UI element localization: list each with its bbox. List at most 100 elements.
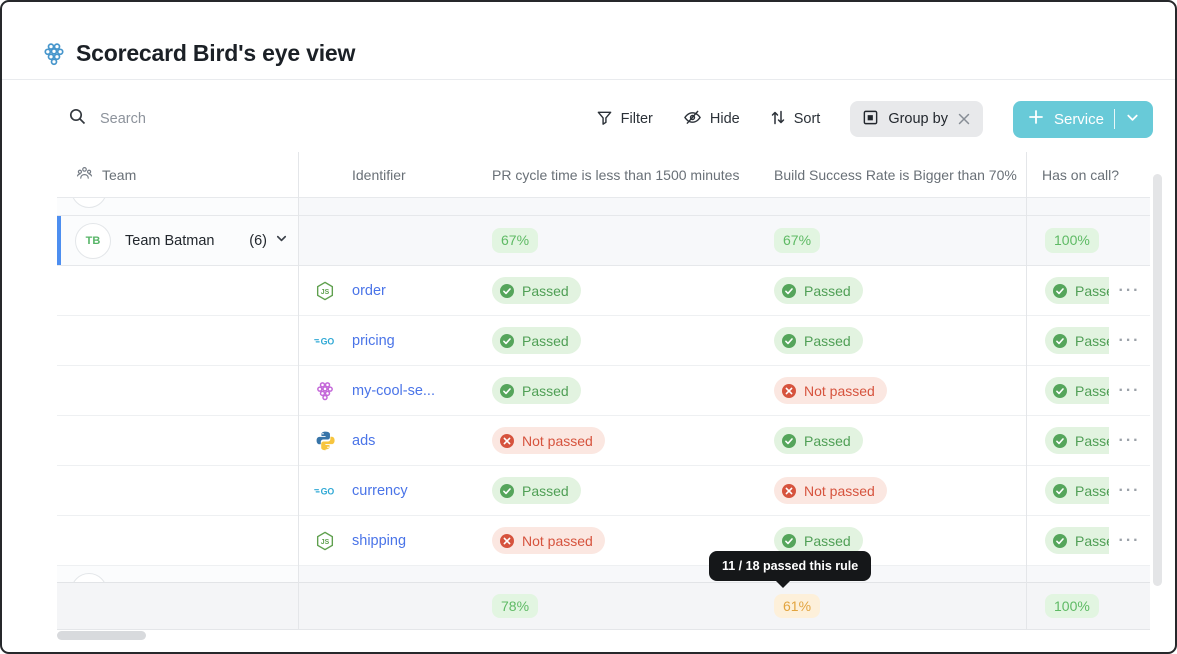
- check-circle-icon: [499, 283, 515, 299]
- row-menu-button[interactable]: ···: [1119, 432, 1141, 449]
- check-circle-icon: [781, 283, 797, 299]
- column-header-has-on-call[interactable]: Has on call?: [1026, 152, 1119, 197]
- table-header-row: Team Identifier PR cycle time is less th…: [57, 152, 1150, 198]
- entity-link[interactable]: ads: [352, 433, 375, 449]
- nodejs-icon: JS: [314, 530, 336, 552]
- group-rows: JS order Passed Passed Passed ··· GO pri…: [57, 266, 1150, 566]
- service-button[interactable]: Service: [1012, 100, 1153, 138]
- team-icon: [76, 165, 93, 185]
- status-badge: Passed: [1045, 427, 1109, 454]
- chevron-down-icon[interactable]: [1125, 110, 1140, 129]
- page-header: Scorecard Bird's eye view: [2, 2, 1175, 80]
- group-by-chip[interactable]: Group by: [850, 101, 983, 137]
- check-circle-icon: [1052, 283, 1068, 299]
- column-header-identifier[interactable]: Identifier: [298, 152, 484, 197]
- status-badge: Passed: [1045, 477, 1109, 504]
- collapse-chevron-icon[interactable]: [274, 231, 289, 250]
- table-row[interactable]: GO currency Passed Not passed Passed ···: [57, 466, 1150, 516]
- entity-link[interactable]: currency: [352, 483, 408, 499]
- check-circle-icon: [499, 383, 515, 399]
- entity-link[interactable]: order: [352, 283, 386, 299]
- sort-icon: [770, 109, 786, 130]
- status-badge: Passed: [774, 427, 863, 454]
- sort-button[interactable]: Sort: [770, 109, 820, 130]
- row-menu-button[interactable]: ···: [1119, 532, 1141, 549]
- search-icon: [68, 107, 87, 131]
- svg-text:JS: JS: [321, 538, 330, 545]
- table-row[interactable]: ads Not passed Passed Passed ···: [57, 416, 1150, 466]
- group-count: (6): [249, 232, 267, 249]
- status-badge: Passed: [1045, 277, 1109, 304]
- check-circle-icon: [781, 533, 797, 549]
- svg-text:GO: GO: [321, 336, 335, 346]
- avatar: [71, 198, 107, 208]
- status-badge: Not passed: [492, 427, 605, 454]
- status-badge: Passed: [774, 277, 863, 304]
- status-badge: Passed: [774, 327, 863, 354]
- row-menu-button[interactable]: ···: [1119, 282, 1141, 299]
- group-summary-pill: 67%: [774, 228, 821, 253]
- svg-text:GO: GO: [321, 486, 335, 496]
- status-badge: Passed: [492, 377, 581, 404]
- hide-button[interactable]: Hide: [683, 109, 740, 130]
- group-header-row-team-batman[interactable]: TB Team Batman (6) 67% 67% 100%: [57, 216, 1150, 266]
- selected-row-indicator: [57, 216, 61, 265]
- search-box[interactable]: [68, 107, 596, 131]
- group-summary-pill: 78%: [492, 593, 539, 619]
- next-group-row-partial: [57, 566, 1150, 583]
- tooltip-caret: [775, 580, 791, 588]
- avatar: [71, 573, 107, 582]
- entity-link[interactable]: pricing: [352, 333, 395, 349]
- toolbar: Filter Hide Sort: [2, 80, 1175, 152]
- service-split-divider: [1114, 109, 1115, 129]
- status-badge: Passed: [1045, 527, 1109, 554]
- check-circle-icon: [781, 333, 797, 349]
- filter-button[interactable]: Filter: [596, 109, 653, 130]
- plus-icon: [1028, 109, 1044, 129]
- table-row[interactable]: JS order Passed Passed Passed ···: [57, 266, 1150, 316]
- tooltip: 11 / 18 passed this rule: [709, 551, 872, 588]
- python-icon: [314, 430, 336, 452]
- column-header-pr-cycle-time[interactable]: PR cycle time is less than 1500 minutes: [484, 152, 766, 197]
- svg-text:JS: JS: [321, 288, 330, 295]
- group-by-remove-icon[interactable]: [957, 112, 971, 126]
- eye-off-icon: [683, 109, 702, 130]
- check-circle-icon: [1052, 533, 1068, 549]
- group-summary-pill: 61%: [774, 593, 821, 619]
- row-menu-button[interactable]: ···: [1119, 332, 1141, 349]
- check-circle-icon: [1052, 383, 1068, 399]
- x-circle-icon: [781, 383, 797, 399]
- column-header-build-success[interactable]: Build Success Rate is Bigger than 70%: [766, 152, 1026, 197]
- table-row[interactable]: GO pricing Passed Passed Passed ···: [57, 316, 1150, 366]
- vertical-scrollbar[interactable]: [1153, 174, 1162, 586]
- entity-link[interactable]: shipping: [352, 533, 406, 549]
- avatar: TB: [75, 222, 111, 259]
- status-badge: Not passed: [774, 377, 887, 404]
- table-row[interactable]: my-cool-se... Passed Not passed Passed ·…: [57, 366, 1150, 416]
- check-circle-icon: [1052, 433, 1068, 449]
- status-badge: Passed: [1045, 327, 1109, 354]
- entity-link[interactable]: my-cool-se...: [352, 383, 435, 399]
- column-divider: [1026, 152, 1027, 630]
- group-summary-pill: 100%: [1045, 593, 1099, 619]
- previous-group-row-partial: [57, 198, 1150, 216]
- search-input[interactable]: [98, 110, 398, 128]
- funnel-icon: [596, 109, 613, 130]
- scorecard-icon: [42, 42, 66, 66]
- row-menu-button[interactable]: ···: [1119, 482, 1141, 499]
- table-row[interactable]: JS shipping Not passed Passed Passed ···: [57, 516, 1150, 566]
- row-menu-button[interactable]: ···: [1119, 382, 1141, 399]
- status-badge: Passed: [1045, 377, 1109, 404]
- group-summary-pill: 67%: [492, 228, 539, 253]
- status-badge: Passed: [492, 327, 581, 354]
- group-by-icon: [862, 109, 879, 130]
- go-icon: GO: [314, 480, 336, 502]
- team-name: Team Batman: [125, 232, 215, 249]
- column-header-team[interactable]: Team: [57, 152, 298, 197]
- horizontal-scrollbar[interactable]: [57, 631, 146, 640]
- go-icon: GO: [314, 330, 336, 352]
- x-circle-icon: [499, 533, 515, 549]
- check-circle-icon: [781, 433, 797, 449]
- pinned-column-divider: [298, 152, 299, 630]
- check-circle-icon: [499, 333, 515, 349]
